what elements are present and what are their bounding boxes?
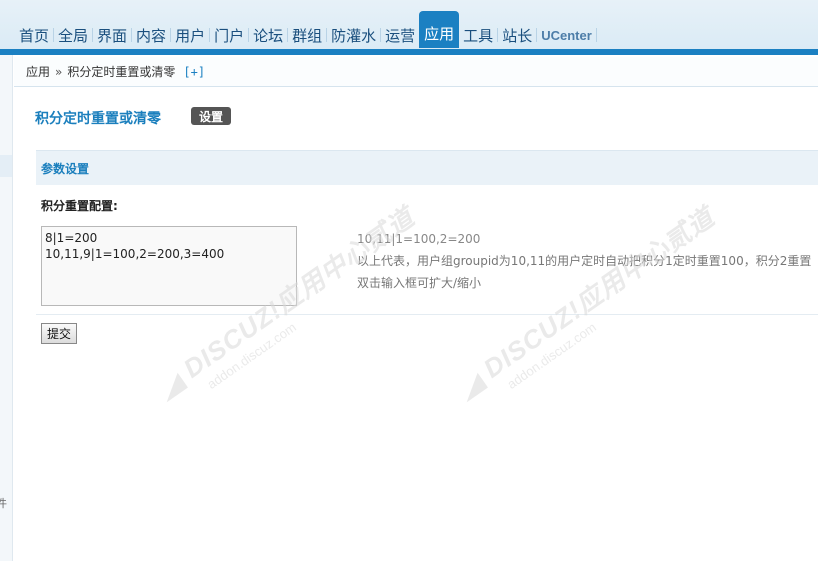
nav-apps[interactable]: 应用 bbox=[419, 11, 460, 48]
sidebar-active-marker bbox=[0, 155, 12, 177]
submit-button[interactable]: 提交 bbox=[41, 323, 77, 344]
nav-admin[interactable]: 站长 bbox=[498, 22, 536, 48]
sidebar-clipped-text: 件 bbox=[0, 497, 7, 510]
nav-tools[interactable]: 工具 bbox=[459, 22, 497, 48]
nav-groups[interactable]: 群组 bbox=[288, 22, 326, 48]
nav-global[interactable]: 全局 bbox=[54, 22, 92, 48]
nav-underline bbox=[0, 49, 818, 55]
nav-forum[interactable]: 论坛 bbox=[249, 22, 287, 48]
nav-users[interactable]: 用户 bbox=[171, 22, 209, 48]
nav-content[interactable]: 内容 bbox=[132, 22, 170, 48]
page-title: 积分定时重置或清零 bbox=[35, 111, 161, 127]
breadcrumb: 应用 » 积分定时重置或清零 [+] bbox=[14, 57, 818, 87]
nav-home[interactable]: 首页 bbox=[15, 22, 53, 48]
settings-button[interactable]: 设置 bbox=[191, 107, 231, 125]
section-title: 参数设置 bbox=[41, 161, 90, 176]
tip-dblclick: 双击输入框可扩大/缩小 bbox=[357, 276, 482, 290]
add-shortcut-button[interactable]: [+] bbox=[183, 65, 205, 79]
credit-reset-config-input[interactable] bbox=[41, 226, 297, 306]
nav-interface[interactable]: 界面 bbox=[93, 22, 131, 48]
config-tips: 10,11|1=100,2=200 以上代表，用户组groupid为10,11的… bbox=[357, 228, 811, 294]
top-nav-bar: 首页 全局 界面 内容 用户 门户 论坛 群组 防灌水 运营 应用 工具 站长 … bbox=[0, 0, 818, 55]
config-label: 积分重置配置: bbox=[41, 199, 118, 213]
section-header: 参数设置 bbox=[36, 150, 818, 185]
left-sidebar: 件 bbox=[0, 55, 13, 561]
watermark-triangle-icon bbox=[456, 372, 488, 403]
nav-ucenter[interactable]: UCenter bbox=[537, 22, 596, 48]
tip-description: 以上代表，用户组groupid为10,11的用户定时自动把积分1定时重置100，… bbox=[357, 254, 812, 268]
row-divider bbox=[36, 314, 818, 315]
nav-divider bbox=[595, 28, 597, 42]
nav-antispam[interactable]: 防灌水 bbox=[327, 22, 380, 48]
breadcrumb-root[interactable]: 应用 bbox=[26, 63, 50, 80]
watermark-triangle-icon bbox=[156, 372, 188, 403]
breadcrumb-separator: » bbox=[55, 64, 63, 79]
nav-operations[interactable]: 运营 bbox=[381, 22, 419, 48]
tip-example: 10,11|1=100,2=200 bbox=[357, 232, 481, 246]
breadcrumb-current: 积分定时重置或清零 bbox=[67, 65, 176, 79]
main-nav: 首页 全局 界面 内容 用户 门户 论坛 群组 防灌水 运营 应用 工具 站长 … bbox=[15, 11, 597, 48]
nav-portal[interactable]: 门户 bbox=[210, 22, 248, 48]
